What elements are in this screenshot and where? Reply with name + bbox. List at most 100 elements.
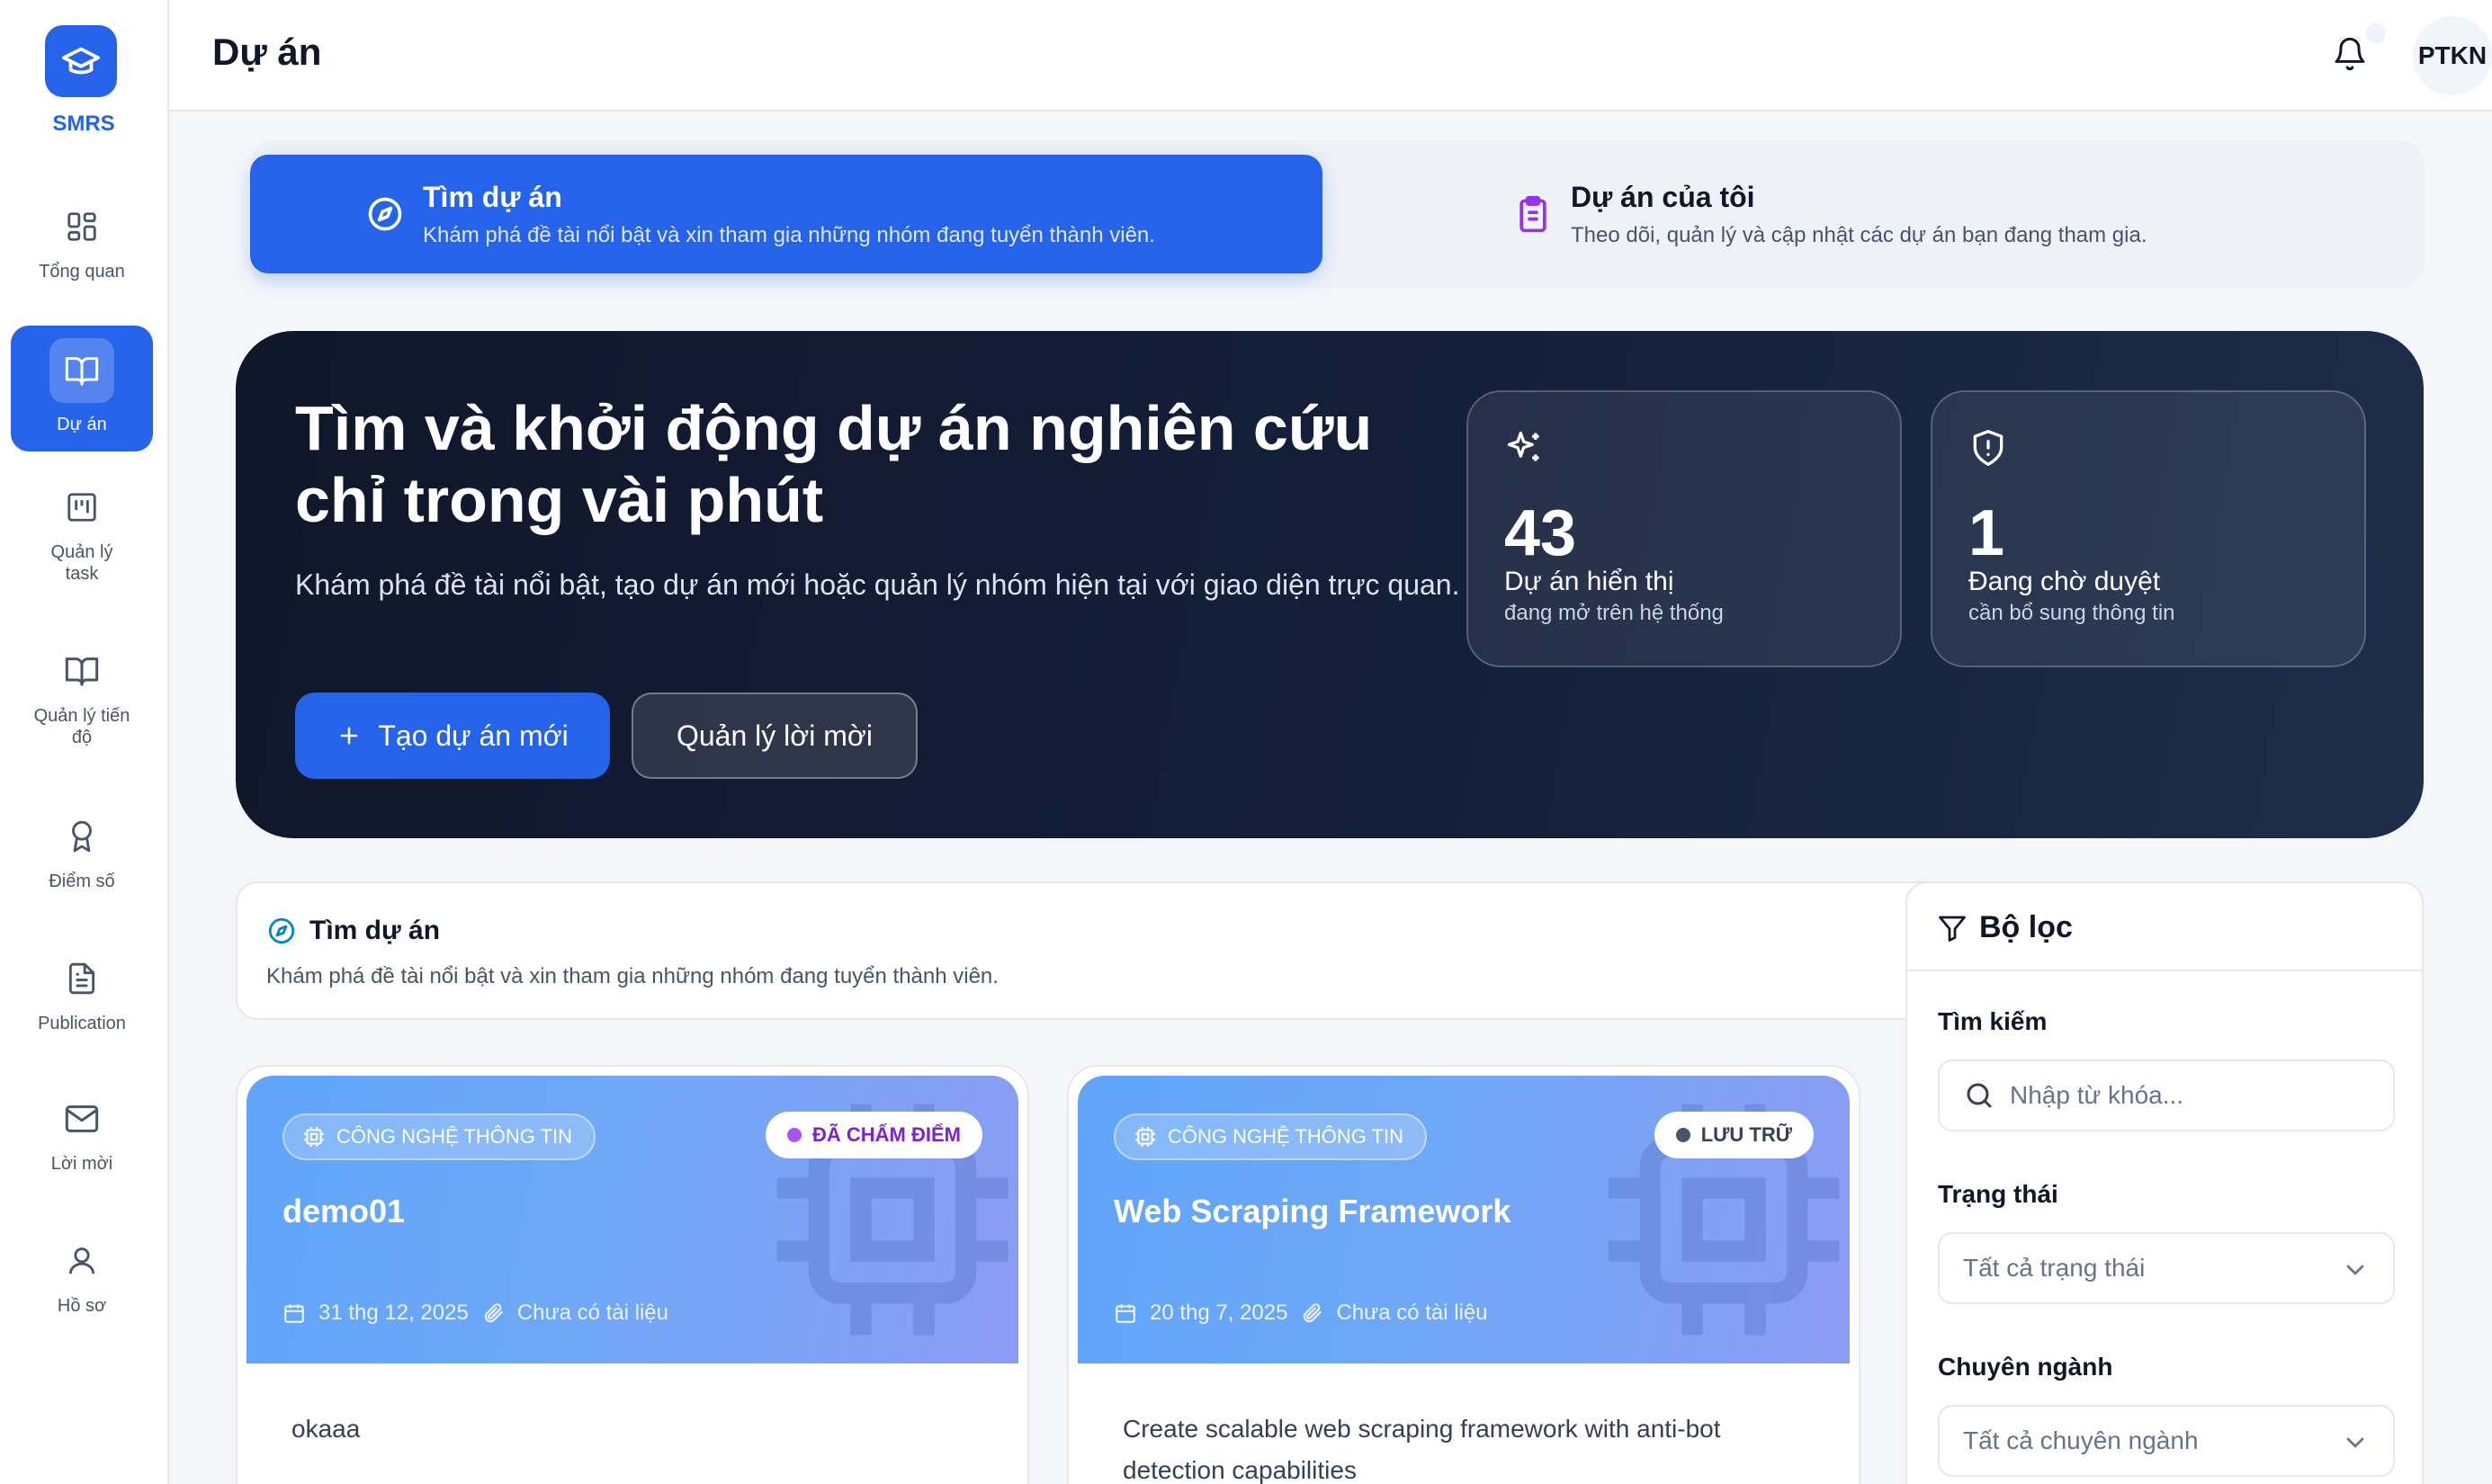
status-select-value: Tất cả trạng thái (1963, 1254, 2146, 1282)
project-docs: Chưa có tài liệu (1336, 1301, 1488, 1325)
project-tabs: Tìm dự án Khám phá đề tài nổi bật và xin… (250, 140, 2424, 288)
card-header: CÔNG NGHỆ THÔNG TIN ĐÃ CHẤM ĐIỂM demo01 … (247, 1076, 1018, 1363)
status-label: LƯU TRỮ (1700, 1123, 1792, 1146)
category-badge: CÔNG NGHỆ THÔNG TIN (1114, 1113, 1427, 1160)
logo-text: SMRS (52, 112, 115, 136)
sidebar-item-progress[interactable]: Quản lý tiến độ (11, 649, 153, 748)
tab-title: Dự án của tôi (1571, 180, 1755, 213)
hero-title: Tìm và khởi động dự án nghiên cứu chỉ tr… (295, 393, 1373, 535)
sidebar-item-publication[interactable]: Publication (11, 957, 153, 1034)
grid-icon (60, 205, 103, 248)
plus-icon (340, 727, 358, 745)
stat-card-pending: 1 Đang chờ duyệt cần bổ sung thông tin (1931, 390, 2366, 667)
project-card[interactable]: CÔNG NGHỆ THÔNG TIN LƯU TRỮ Web Scraping… (1067, 1065, 1860, 1484)
search-icon (1967, 1083, 1992, 1108)
hero-subtitle: Khám phá đề tài nổi bật, tạo dự án mới h… (295, 568, 1460, 601)
project-date: 20 thg 7, 2025 (1150, 1301, 1288, 1325)
sidebar-item-label: Tổng quan (39, 262, 125, 282)
clipboard-icon (1519, 195, 1546, 233)
logo[interactable] (45, 25, 117, 97)
search-placeholder: Nhập từ khóa... (2010, 1081, 2184, 1109)
create-project-button[interactable]: Tạo dự án mới (295, 693, 610, 779)
card-header: CÔNG NGHỆ THÔNG TIN LƯU TRỮ Web Scraping… (1078, 1076, 1850, 1363)
tab-my-projects[interactable]: Dự án của tôi Theo dõi, quản lý và cập n… (1326, 155, 2406, 273)
filter-panel: Bộ lọc Tìm kiếm Nhập từ khóa... Trạng th… (1905, 881, 2424, 1484)
sidebar-item-label: Quản lý task (50, 542, 113, 584)
project-docs: Chưa có tài liệu (516, 1301, 668, 1325)
graduation-cap-icon (61, 47, 101, 75)
stat-sub: đang mở trên hệ thống (1504, 601, 1724, 625)
hero-banner: Tìm và khởi động dự án nghiên cứu chỉ tr… (236, 331, 2424, 838)
filter-header: Bộ lọc (1907, 883, 2422, 971)
sidebar: SMRS Tổng quan Dự án Quản lý task Quản l… (0, 0, 169, 1484)
manage-invitations-button[interactable]: Quản lý lời mời (632, 693, 918, 779)
book-icon (60, 649, 103, 693)
tab-title: Tìm dự án (423, 180, 562, 213)
shield-alert-icon (1973, 430, 2003, 466)
award-icon (60, 815, 103, 858)
tab-description: Khám phá đề tài nổi bật và xin tham gia … (423, 222, 1155, 247)
paperclip-icon (1304, 1303, 1322, 1323)
section-title: Tìm dự án (309, 916, 441, 945)
sparkles-icon (1507, 431, 1539, 461)
sidebar-item-label: Hồ sơ (57, 1296, 107, 1316)
cpu-icon (1135, 1127, 1155, 1147)
cpu-icon (304, 1127, 324, 1147)
sidebar-item-tasks[interactable]: Quản lý task (11, 486, 153, 585)
compass-icon (368, 197, 402, 231)
status-badge: LƯU TRỮ (1654, 1112, 1814, 1158)
tab-description: Theo dõi, quản lý và cập nhật các dự án … (1571, 222, 2147, 247)
project-date: 31 thg 12, 2025 (318, 1301, 469, 1325)
sidebar-item-overview[interactable]: Tổng quan (11, 205, 153, 282)
notification-dot (2366, 23, 2386, 43)
file-text-icon (60, 957, 103, 1000)
major-filter-label: Chuyên ngành (1938, 1353, 2113, 1381)
filter-icon (1939, 916, 1966, 942)
project-description: okaaa (291, 1415, 361, 1443)
tab-find-projects[interactable]: Tìm dự án Khám phá đề tài nổi bật và xin… (250, 155, 1322, 273)
major-select[interactable]: Tất cả chuyên ngành (1938, 1405, 2395, 1477)
stat-value: 43 (1504, 497, 1577, 569)
sidebar-item-label: Dự án (57, 415, 107, 434)
stat-value: 1 (1968, 497, 2005, 569)
calendar-icon (284, 1304, 304, 1323)
status-badge: ĐÃ CHẤM ĐIỂM (766, 1112, 982, 1158)
book-open-icon (49, 338, 114, 403)
bell-icon[interactable] (2332, 36, 2368, 72)
project-title: demo01 (282, 1193, 406, 1229)
sidebar-item-label: Điểm số (49, 872, 115, 891)
major-select-value: Tất cả chuyên ngành (1963, 1426, 2199, 1454)
section-description: Khám phá đề tài nổi bật và xin tham gia … (266, 964, 999, 988)
project-title: Web Scraping Framework (1114, 1193, 1511, 1229)
sidebar-item-scores[interactable]: Điểm số (11, 815, 153, 892)
chevron-down-icon (2346, 1265, 2364, 1275)
stat-label: Đang chờ duyệt (1968, 567, 2161, 596)
status-dot (1675, 1128, 1690, 1142)
filter-title: Bộ lọc (1979, 910, 2073, 944)
sidebar-item-invitations[interactable]: Lời mời (11, 1097, 153, 1175)
sidebar-item-label: Quản lý tiến độ (33, 706, 130, 747)
user-icon (60, 1239, 103, 1283)
category-badge: CÔNG NGHỆ THÔNG TIN (282, 1113, 596, 1160)
stat-sub: cần bổ sung thông tin (1968, 601, 2175, 625)
user-avatar[interactable]: PTKN (2413, 16, 2492, 95)
status-select[interactable]: Tất cả trạng thái (1938, 1232, 2395, 1304)
category-label: CÔNG NGHỆ THÔNG TIN (336, 1125, 572, 1148)
find-projects-section: Tìm dự án Khám phá đề tài nổi bật và xin… (236, 881, 2042, 1020)
project-description: Create scalable web scraping framework w… (1123, 1415, 1721, 1484)
category-label: CÔNG NGHỆ THÔNG TIN (1168, 1125, 1403, 1148)
page-title: Dự án (212, 31, 322, 73)
button-label: Quản lý lời mời (676, 719, 873, 752)
stat-card-visible-projects: 43 Dự án hiển thị đang mở trên hệ thống (1466, 390, 1902, 667)
status-dot (787, 1128, 802, 1142)
status-label: ĐÃ CHẤM ĐIỂM (812, 1123, 961, 1146)
sidebar-item-projects[interactable]: Dự án (11, 326, 153, 451)
mail-icon (60, 1097, 103, 1140)
stat-label: Dự án hiển thị (1504, 567, 1674, 596)
sidebar-item-profile[interactable]: Hồ sơ (11, 1239, 153, 1317)
sidebar-item-label: Publication (38, 1014, 126, 1033)
search-input[interactable]: Nhập từ khóa... (1938, 1059, 2395, 1131)
kanban-icon (60, 486, 103, 529)
project-card[interactable]: CÔNG NGHỆ THÔNG TIN ĐÃ CHẤM ĐIỂM demo01 … (236, 1065, 1029, 1484)
project-meta: 20 thg 7, 2025 Chưa có tài liệu (1114, 1301, 1488, 1326)
